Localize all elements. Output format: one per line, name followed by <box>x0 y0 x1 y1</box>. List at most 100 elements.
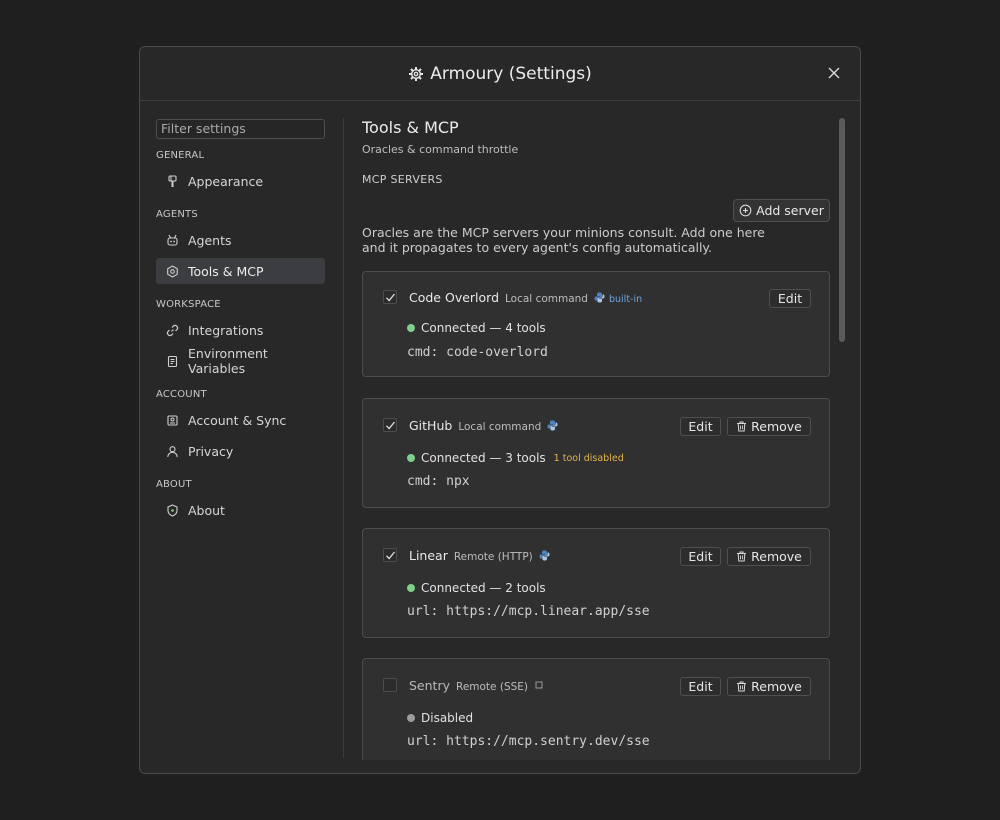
id-card-icon <box>167 414 178 426</box>
dialog-title-text: Armoury (Settings) <box>430 63 592 84</box>
server-card-code-overlord: Code Overlord Local command built-in Edit … <box>362 271 830 377</box>
remove-server-button[interactable]: Remove <box>727 677 811 696</box>
python-icon <box>594 292 605 303</box>
edit-server-button[interactable]: Edit <box>680 547 721 566</box>
server-enabled-checkbox[interactable] <box>383 290 397 304</box>
gear-icon <box>409 66 424 81</box>
gear-icon <box>167 264 178 278</box>
server-name: Code Overlord <box>409 290 500 305</box>
scrollbar-thumb[interactable] <box>839 118 845 342</box>
edit-label: Edit <box>688 549 713 564</box>
trash-icon <box>737 551 747 562</box>
section-label-general: GENERAL <box>156 150 205 161</box>
status-dot <box>407 454 415 462</box>
dialog-body: GENERAL Appearance AGENTS Agents Tools &… <box>140 102 860 773</box>
remove-server-button[interactable]: Remove <box>727 547 811 566</box>
sidebar-item-label: Appearance <box>188 173 264 189</box>
edit-label: Edit <box>777 291 803 306</box>
edit-server-button[interactable]: Edit <box>680 677 721 696</box>
server-kind: Local command <box>505 293 588 305</box>
sidebar-item-agents[interactable]: Agents <box>156 227 325 253</box>
status-text: Disabled <box>421 711 474 725</box>
status-dot <box>407 714 415 722</box>
built-in-badge: built-in <box>608 294 643 305</box>
checkmark-icon <box>386 293 396 302</box>
close-button[interactable] <box>826 65 842 81</box>
remove-label: Remove <box>751 549 802 564</box>
sidebar-item-appearance[interactable]: Appearance <box>156 168 325 194</box>
section-label-agents: AGENTS <box>156 209 198 220</box>
python-icon <box>539 550 550 561</box>
trash-icon <box>737 681 747 692</box>
server-kind: Local command <box>458 421 542 433</box>
placeholder-icon <box>535 681 543 689</box>
server-enabled-checkbox[interactable] <box>383 548 397 562</box>
main-content: Tools & MCP Oracles & command throttle M… <box>362 118 830 760</box>
person-icon <box>167 445 178 457</box>
add-server-button[interactable]: Add server <box>733 199 830 222</box>
server-name-row: Sentry Remote (SSE) <box>409 678 545 693</box>
server-name-row: Linear Remote (HTTP) <box>409 548 550 563</box>
edit-server-button[interactable]: Edit <box>769 289 811 308</box>
server-enabled-checkbox[interactable] <box>383 678 397 692</box>
section-label-workspace: WORKSPACE <box>156 299 221 310</box>
checkmark-icon <box>386 421 396 430</box>
edit-server-button[interactable]: Edit <box>680 417 721 436</box>
edit-label: Edit <box>688 419 713 434</box>
server-card-sentry: Sentry Remote (SSE) Edit Remove Disabled … <box>362 658 830 760</box>
server-name: GitHub <box>409 418 453 433</box>
trash-icon <box>737 421 747 432</box>
page-subtitle: Oracles & command throttle <box>362 143 519 156</box>
status-text: Connected — 4 tools <box>421 321 546 335</box>
server-status: Connected — 4 tools <box>407 321 546 335</box>
mcp-servers-section-label: MCP SERVERS <box>362 173 443 186</box>
sidebar-item-tools-mcp[interactable]: Tools & MCP <box>156 258 325 284</box>
sidebar-item-about[interactable]: About <box>156 497 325 523</box>
section-label-account: ACCOUNT <box>156 389 207 400</box>
section-label-about: ABOUT <box>156 479 192 490</box>
remove-server-button[interactable]: Remove <box>727 417 811 436</box>
sidebar-item-account-sync[interactable]: Account & Sync <box>156 407 325 433</box>
page-title: Tools & MCP <box>362 118 459 137</box>
server-url: url: https://mcp.linear.app/sse <box>407 604 650 619</box>
server-command: cmd: npx <box>407 474 470 489</box>
sidebar-item-label: Privacy <box>188 443 234 459</box>
server-name: Linear <box>409 548 448 563</box>
status-text: Connected — 3 tools <box>421 451 546 465</box>
filter-settings-input[interactable] <box>156 118 325 139</box>
server-url: url: https://mcp.sentry.dev/sse <box>407 734 650 749</box>
link-icon <box>166 324 179 336</box>
paintbrush-icon <box>168 174 177 187</box>
remove-label: Remove <box>751 679 802 694</box>
server-kind: Remote (SSE) <box>456 681 529 693</box>
plus-circle-icon <box>739 204 752 217</box>
close-icon <box>828 67 840 79</box>
sidebar-item-label: Tools & MCP <box>188 263 264 279</box>
server-status: Connected — 2 tools <box>407 581 546 595</box>
sidebar-item-label: Account & Sync <box>188 412 287 428</box>
status-dot <box>407 324 415 332</box>
server-enabled-checkbox[interactable] <box>383 418 397 432</box>
server-card-github: GitHub Local command Edit Remove Connecte… <box>362 398 830 508</box>
sidebar-item-label: Environment Variables <box>188 346 268 376</box>
sidebar-item-label: Agents <box>188 232 232 248</box>
server-name-row: GitHub Local command <box>409 418 558 433</box>
sidebar-item-label: Integrations <box>188 322 264 338</box>
sidebar-item-environment-variables[interactable]: Environment Variables <box>156 346 325 376</box>
sidebar-item-integrations[interactable]: Integrations <box>156 317 325 343</box>
document-icon <box>167 355 178 367</box>
status-dot <box>407 584 415 592</box>
tool-disabled-warning: 1 tool disabled <box>553 452 624 464</box>
sidebar-item-privacy[interactable]: Privacy <box>156 438 325 464</box>
mcp-description: Oracles are the MCP servers your minions… <box>362 225 765 255</box>
server-kind: Remote (HTTP) <box>453 551 533 563</box>
settings-dialog: Armoury (Settings) GENERAL Appearance AG… <box>139 46 861 774</box>
content-scrollbar[interactable] <box>839 118 845 760</box>
remove-label: Remove <box>751 419 802 434</box>
server-status: Disabled <box>407 711 473 725</box>
sidebar-item-label: About <box>188 502 225 518</box>
robot-icon <box>167 234 178 246</box>
edit-label: Edit <box>688 679 713 694</box>
server-status: Connected — 3 tools 1 tool disabled <box>407 451 624 465</box>
server-name-row: Code Overlord Local command built-in <box>409 290 642 305</box>
